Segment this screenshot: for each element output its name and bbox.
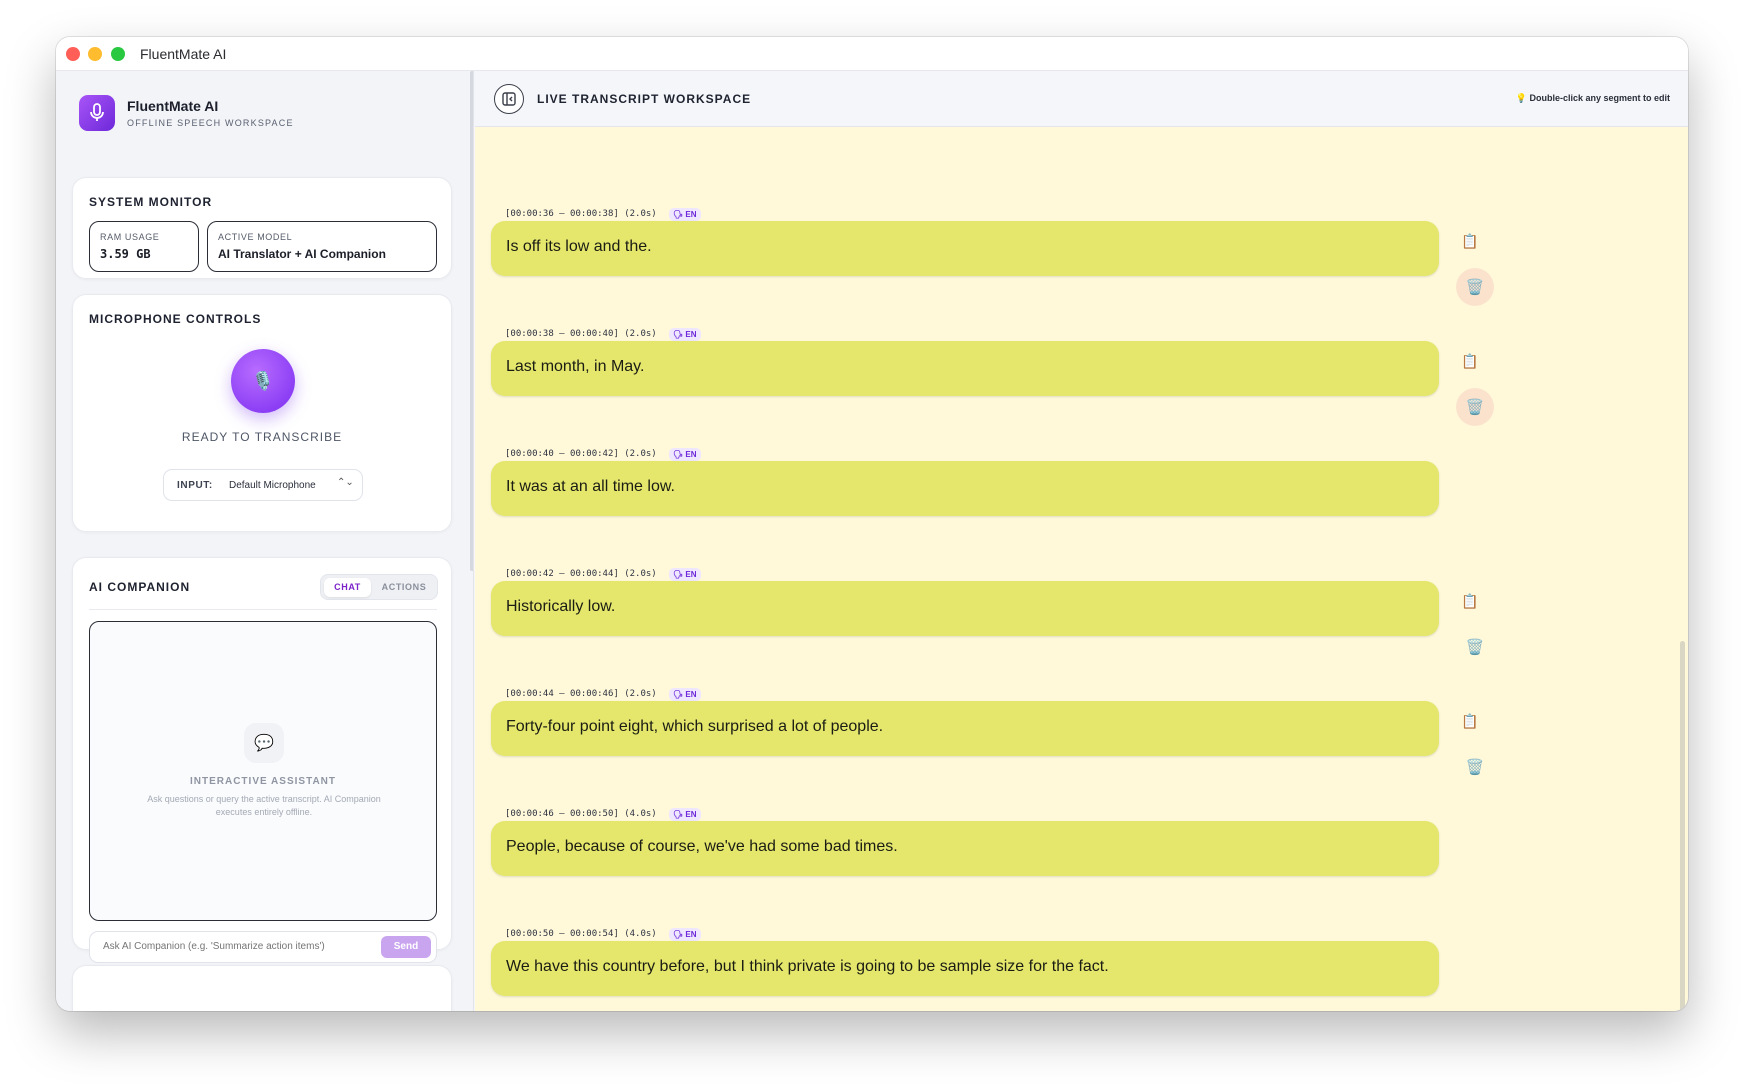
window-title: FluentMate AI xyxy=(140,46,227,62)
tab-actions[interactable]: ACTIONS xyxy=(374,578,434,597)
app-window: FluentMate AI FluentMate AI OFFLINE SPEE… xyxy=(56,37,1688,1011)
system-monitor-title: SYSTEM MONITOR xyxy=(89,195,213,209)
segment-timestamp: [00:00:50 – 00:00:54] (4.0s) xyxy=(505,929,657,939)
copy-segment-button[interactable]: 📋 xyxy=(1460,711,1480,731)
segment-bubble[interactable]: Forty-four point eight, which surprised … xyxy=(491,701,1439,756)
language-badge: 🗣 EN xyxy=(669,328,701,341)
maximize-window-button[interactable] xyxy=(111,47,125,61)
divider xyxy=(89,609,437,610)
input-label: INPUT: xyxy=(177,480,213,491)
microphone-icon: 🎙️ xyxy=(251,370,275,391)
chat-area[interactable]: 💬 INTERACTIVE ASSISTANT Ask questions or… xyxy=(89,621,437,921)
workspace-title: LIVE TRANSCRIPT WORKSPACE xyxy=(537,92,752,106)
segment-bubble[interactable]: People, because of course, we've had som… xyxy=(491,821,1439,876)
active-model-label: ACTIVE MODEL xyxy=(218,232,293,242)
edit-hint: 💡 Double-click any segment to edit xyxy=(1515,93,1670,103)
send-button[interactable]: Send xyxy=(381,936,431,958)
transcript-segment: [00:00:44 – 00:00:46] (2.0s) 🗣 EN Forty-fo… xyxy=(475,688,1688,808)
transcript-segment: [00:00:38 – 00:00:40] (2.0s) 🗣 EN Last mon… xyxy=(475,328,1688,448)
mic-status-text: READY TO TRANSCRIBE xyxy=(181,430,343,444)
delete-segment-button[interactable]: 🗑️ xyxy=(1456,388,1494,426)
segment-text: Is off its low and the. xyxy=(506,238,652,255)
ask-input[interactable] xyxy=(103,941,365,952)
transcript-segment: [00:00:36 – 00:00:38] (2.0s) 🗣 EN Is off i… xyxy=(475,208,1688,328)
language-badge: 🗣 EN xyxy=(669,808,701,821)
segment-timestamp: [00:00:40 – 00:00:42] (2.0s) xyxy=(505,449,657,459)
segment-timestamp: [00:00:42 – 00:00:44] (2.0s) xyxy=(505,569,657,579)
segment-text: People, because of course, we've had som… xyxy=(506,838,898,855)
minimize-window-button[interactable] xyxy=(88,47,102,61)
title-bar: FluentMate AI xyxy=(56,37,1688,71)
microphone-controls-card: MICROPHONE CONTROLS 🎙️ READY TO TRANSCRI… xyxy=(72,294,452,532)
workspace-header: LIVE TRANSCRIPT WORKSPACE 💡 Double-click… xyxy=(475,71,1688,127)
active-model-stat: ACTIVE MODEL AI Translator + AI Companio… xyxy=(207,221,437,272)
copy-segment-button[interactable]: 📋 xyxy=(1460,591,1480,611)
language-badge: 🗣 EN xyxy=(669,448,701,461)
segment-text: Historically low. xyxy=(506,598,616,615)
segment-timestamp: [00:00:46 – 00:00:50] (4.0s) xyxy=(505,809,657,819)
segment-timestamp: [00:00:38 – 00:00:40] (2.0s) xyxy=(505,329,657,339)
ai-companion-card: AI COMPANION CHAT ACTIONS 💬 INTERACTIVE … xyxy=(72,557,452,963)
language-badge: 🗣 EN xyxy=(669,568,701,581)
ai-companion-title: AI COMPANION xyxy=(89,580,191,594)
ask-bar: Send xyxy=(89,931,437,963)
close-window-button[interactable] xyxy=(66,47,80,61)
sidebar-scrollbar[interactable] xyxy=(470,71,473,571)
segment-bubble[interactable]: We have this country before, but I think… xyxy=(491,941,1439,996)
copy-segment-button[interactable]: 📋 xyxy=(1460,231,1480,251)
system-monitor-card: SYSTEM MONITOR RAM USAGE 3.59 GB ACTIVE … xyxy=(72,177,452,279)
delete-segment-button[interactable]: 🗑️ xyxy=(1456,268,1494,306)
transcript-segment: [00:00:40 – 00:00:42] (2.0s) 🗣 EN It was a… xyxy=(475,448,1688,568)
microphone-icon xyxy=(79,95,115,131)
input-device-value: Default Microphone xyxy=(229,480,316,491)
chat-bubble-icon: 💬 xyxy=(244,723,284,763)
segment-text: Forty-four point eight, which surprised … xyxy=(506,718,884,735)
delete-segment-button[interactable]: 🗑️ xyxy=(1456,628,1494,666)
segment-bubble[interactable]: Is off its low and the. xyxy=(491,221,1439,276)
tab-chat[interactable]: CHAT xyxy=(324,578,371,597)
record-button[interactable]: 🎙️ xyxy=(231,349,295,413)
segment-timestamp: [00:00:44 – 00:00:46] (2.0s) xyxy=(505,689,657,699)
language-badge: 🗣 EN xyxy=(669,688,701,701)
segment-bubble[interactable]: It was at an all time low. xyxy=(491,461,1439,516)
segment-timestamp: [00:00:36 – 00:00:38] (2.0s) xyxy=(505,209,657,219)
ram-usage-label: RAM USAGE xyxy=(100,232,160,242)
sidebar-toggle-icon xyxy=(502,92,516,106)
brand-subtitle: OFFLINE SPEECH WORKSPACE xyxy=(127,118,294,128)
transcript-workspace: LIVE TRANSCRIPT WORKSPACE 💡 Double-click… xyxy=(475,71,1688,1011)
workspace-scrollbar[interactable] xyxy=(1680,641,1685,1011)
brand-name: FluentMate AI xyxy=(127,98,219,114)
microphone-controls-title: MICROPHONE CONTROLS xyxy=(89,312,262,326)
next-card xyxy=(72,965,452,1011)
copy-segment-button[interactable]: 📋 xyxy=(1460,351,1480,371)
transcript-segment: [00:00:42 – 00:00:44] (2.0s) 🗣 EN Historic… xyxy=(475,568,1688,688)
ai-companion-tabs: CHAT ACTIONS xyxy=(320,574,438,600)
empty-state-title: INTERACTIVE ASSISTANT xyxy=(189,776,336,787)
segment-text: We have this country before, but I think… xyxy=(506,958,1109,975)
language-badge: 🗣 EN xyxy=(669,208,701,221)
transcript-segment: [00:00:46 – 00:00:50] (4.0s) 🗣 EN People, … xyxy=(475,808,1688,928)
delete-segment-button[interactable]: 🗑️ xyxy=(1456,748,1494,786)
input-device-select[interactable]: INPUT: Default Microphone ⌃⌄ xyxy=(163,469,363,501)
ram-usage-value: 3.59 GB xyxy=(100,247,151,261)
segment-bubble[interactable]: Historically low. xyxy=(491,581,1439,636)
transcript-segment: [00:00:50 – 00:00:54] (4.0s) 🗣 EN We have … xyxy=(475,928,1688,1011)
segment-text: Last month, in May. xyxy=(506,358,645,375)
sidebar: FluentMate AI OFFLINE SPEECH WORKSPACE S… xyxy=(56,71,474,1011)
segment-bubble[interactable]: Last month, in May. xyxy=(491,341,1439,396)
active-model-value: AI Translator + AI Companion xyxy=(218,247,386,261)
collapse-sidebar-button[interactable] xyxy=(494,84,524,114)
segment-text: It was at an all time low. xyxy=(506,478,675,495)
chevron-updown-icon: ⌃⌄ xyxy=(337,477,354,488)
language-badge: 🗣 EN xyxy=(669,928,701,941)
empty-state-description: Ask questions or query the active transc… xyxy=(147,794,381,817)
ram-usage-stat: RAM USAGE 3.59 GB xyxy=(89,221,199,272)
